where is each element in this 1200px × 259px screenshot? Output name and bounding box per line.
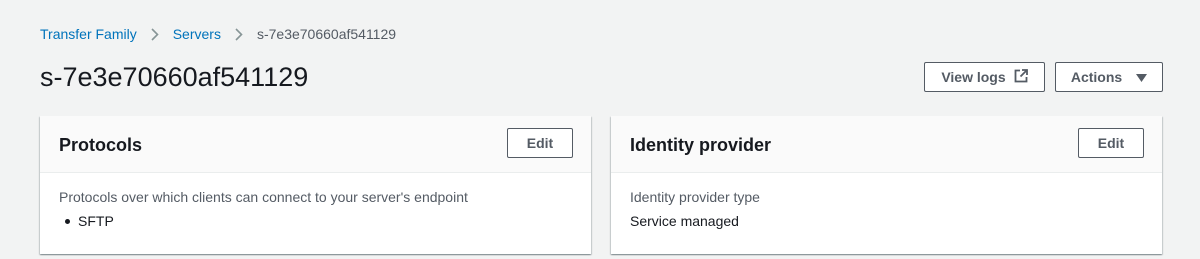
page-title: s-7e3e70660af541129: [40, 62, 309, 92]
identity-provider-type-label: Identity provider type: [630, 189, 760, 205]
protocol-value: SFTP: [78, 213, 114, 229]
external-link-icon: [1014, 68, 1028, 86]
protocols-card: Protocols Edit Protocols over which clie…: [40, 116, 591, 254]
identity-provider-type-value: Service managed: [630, 213, 739, 229]
breadcrumb-current: s-7e3e70660af541129: [256, 26, 397, 42]
protocols-field-label: Protocols over which clients can connect…: [59, 189, 468, 205]
breadcrumb-transfer-family[interactable]: Transfer Family: [40, 26, 137, 42]
breadcrumb-servers[interactable]: Servers: [173, 26, 221, 42]
identity-provider-card-title: Identity provider: [630, 135, 772, 155]
view-logs-label: View logs: [941, 69, 1006, 85]
protocols-card-header: Protocols Edit: [40, 116, 591, 173]
identity-provider-card: Identity provider Edit Identity provider…: [611, 116, 1162, 254]
server-detail-page: Transfer Family Servers s-7e3e70660af541…: [0, 0, 1200, 259]
identity-provider-card-body: Identity provider type Service managed: [611, 173, 1162, 245]
chevron-right-icon: [137, 27, 173, 41]
list-item: SFTP: [59, 212, 572, 230]
chevron-right-icon: [221, 27, 257, 41]
protocols-card-body: Protocols over which clients can connect…: [40, 173, 591, 245]
actions-dropdown-button[interactable]: Actions: [1055, 62, 1163, 92]
edit-protocols-button[interactable]: Edit: [507, 128, 573, 158]
bullet-icon: [65, 218, 70, 224]
actions-label: Actions: [1070, 69, 1123, 85]
protocols-card-title: Protocols: [59, 135, 143, 155]
breadcrumb: Transfer Family Servers s-7e3e70660af541…: [40, 25, 396, 43]
identity-provider-card-header: Identity provider Edit: [611, 116, 1162, 173]
edit-identity-provider-button[interactable]: Edit: [1078, 128, 1144, 158]
view-logs-button[interactable]: View logs: [924, 62, 1045, 92]
protocols-list: SFTP: [59, 212, 572, 230]
caret-down-icon: [1136, 69, 1148, 85]
